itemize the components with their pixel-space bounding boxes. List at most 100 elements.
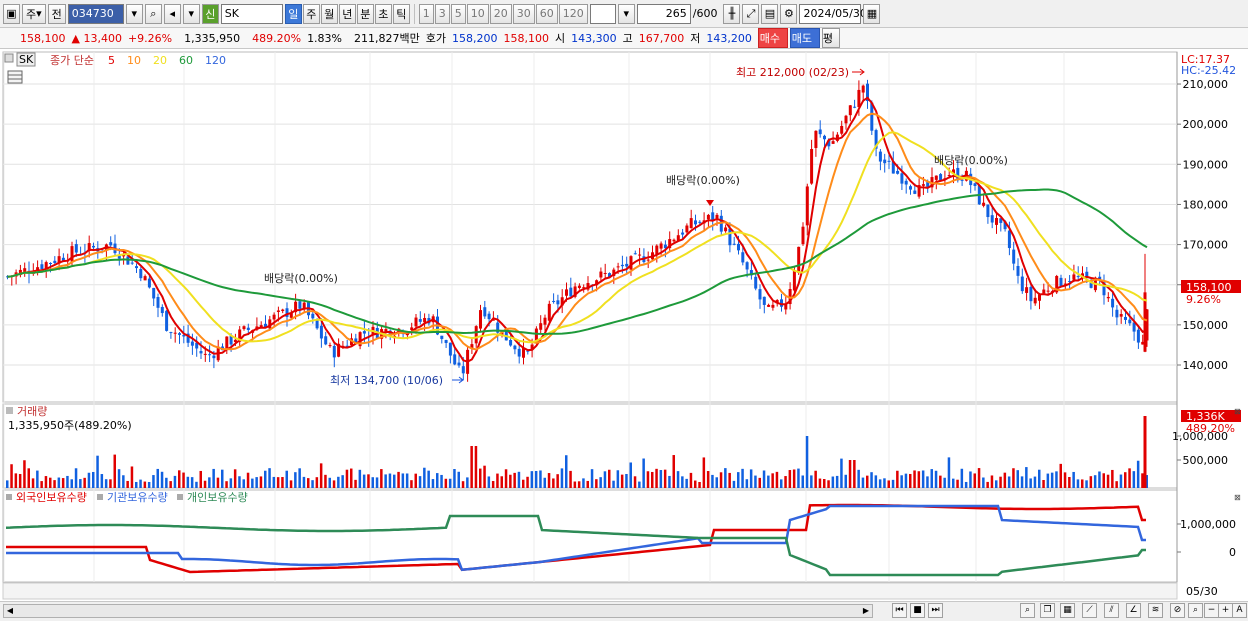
period-tab[interactable]: 초 [374,3,392,24]
tick-interval-button[interactable]: 120 [558,3,588,24]
candle-body [973,183,977,186]
speaker-icon[interactable]: ◂ [163,3,181,24]
trend-tool-icon[interactable]: ⫽ [1104,603,1119,618]
price-tick-label: 200,000 [1183,118,1229,131]
volume-bar [264,470,267,488]
tick-interval-button[interactable]: 5 [450,3,466,24]
volume-bar [620,474,624,488]
holding-legend-toggle-icon[interactable] [6,494,12,500]
calendar-icon[interactable]: ▦ [863,3,881,24]
volume-pane-maximize-icon[interactable]: ⊠ [1234,407,1241,416]
period-tab[interactable]: 분 [356,3,374,24]
candle-body [1059,277,1063,287]
candle-body [147,278,151,288]
scroll-left-icon[interactable]: ◀ [4,605,16,617]
prev-button[interactable]: 전 [47,3,66,24]
volume-bar [1038,469,1041,488]
line-tool-icon[interactable]: ⟋ [1082,603,1097,618]
sell-label: 매도 [791,32,812,45]
market-select[interactable]: 주 ▾ [22,3,46,24]
volume-bar [672,455,675,488]
volume-bar [238,476,241,488]
zoom-in-icon[interactable]: ⌕ [1188,603,1203,618]
tick-interval-button[interactable]: 20 [489,3,512,24]
period-tab[interactable]: 일 [284,3,302,24]
chart-menu-icon[interactable]: ▣ [3,3,20,24]
volume-bar [328,477,331,488]
eval-button[interactable]: 평 [821,28,840,48]
tile-icon[interactable]: ▦ [1060,603,1075,618]
search-icon[interactable]: ⌕ [144,3,162,24]
fib-tool-icon[interactable]: ≋ [1148,603,1163,618]
tick-interval-button[interactable]: 10 [466,3,489,24]
volume-bar [651,471,654,488]
candle-body [165,310,169,331]
volume-bar [418,476,422,488]
volume-toggle-icon[interactable] [6,407,13,414]
volume-bar [883,478,886,488]
zoom-out-icon[interactable]: − [1204,603,1219,618]
candle-body [242,326,246,330]
volume-bar [1128,468,1131,488]
holding-legend-label: 개인보유수량 [187,491,248,504]
gear-icon[interactable]: ⚙ [780,3,798,24]
bid-price: 158,100 [503,31,550,45]
tick-interval-button[interactable]: 60 [535,3,558,24]
volume-bar [616,470,620,488]
tick-interval-button[interactable]: 30 [512,3,535,24]
holding-legend-toggle-icon[interactable] [177,494,183,500]
zoom-search-icon[interactable]: ⌕ [1020,603,1035,618]
tick-custom-input[interactable] [589,3,616,24]
table-icon[interactable] [7,70,23,84]
draw-tool-icon[interactable]: ⤢ [742,3,760,24]
candle-body [1119,314,1123,317]
tick-interval-button[interactable]: 1 [418,3,434,24]
legend-toggle-icon[interactable] [4,53,14,63]
date-input[interactable]: 2024/05/30 [799,3,867,24]
stock-name-field[interactable]: SK [220,3,283,24]
chart-scrollbar[interactable]: ◀ ▶ [3,604,873,618]
volume-bar [522,479,525,488]
candle-body [509,340,513,346]
period-tab[interactable]: 년 [338,3,356,24]
volume-bar [762,470,766,488]
volume-bar [130,466,134,488]
stock-code-input[interactable]: 034730 [67,3,124,24]
tick-interval-button[interactable]: 3 [434,3,450,24]
holding-pane-maximize-icon[interactable]: ⊠ [1234,493,1241,502]
holding-legend-label: 기관보유수량 [107,491,168,504]
candle-type-icon[interactable]: ╫ [723,3,741,24]
holding-legend-toggle-icon[interactable] [97,494,103,500]
period-tab[interactable]: 월 [320,3,338,24]
volume-bar [737,472,740,488]
first-page-icon[interactable]: ⏮ [892,603,907,618]
chart-area[interactable]: 210,000200,000190,000180,000170,000160,0… [0,50,1248,602]
candle-body [552,300,556,302]
text-tool-icon[interactable]: ⊘ [1170,603,1185,618]
volume-bar [848,460,852,488]
angle-tool-icon[interactable]: ∠ [1126,603,1141,618]
period-tab[interactable]: 주 [302,3,320,24]
save-icon[interactable]: ▤ [761,3,779,24]
next-icon[interactable]: ⏭ [928,603,943,618]
buy-button[interactable]: 매수 [757,28,788,48]
chart-svg[interactable]: 210,000200,000190,000180,000170,000160,0… [0,50,1248,602]
volume-bar [952,478,955,488]
volume-bar [917,471,921,488]
volume-tick-label: 500,000 [1183,454,1229,467]
scroll-right-icon[interactable]: ▶ [860,605,872,617]
count-input[interactable]: 265 [636,3,691,24]
candle-body [298,301,302,309]
stop-icon[interactable]: ■ [910,603,925,618]
volume-bar [749,469,753,488]
tick-dropdown-icon[interactable]: ▾ [617,3,635,24]
volume-bar [345,469,349,488]
candle-body [1012,249,1016,264]
period-tab[interactable]: 틱 [392,3,410,24]
sell-button[interactable]: 매도 [789,28,820,48]
copy-icon[interactable]: ❐ [1040,603,1055,618]
code-dropdown-icon[interactable]: ▾ [125,3,143,24]
zoom-plus-icon[interactable]: + [1218,603,1233,618]
font-size-icon[interactable]: A [1232,603,1247,618]
speaker-dropdown-icon[interactable]: ▾ [182,3,200,24]
